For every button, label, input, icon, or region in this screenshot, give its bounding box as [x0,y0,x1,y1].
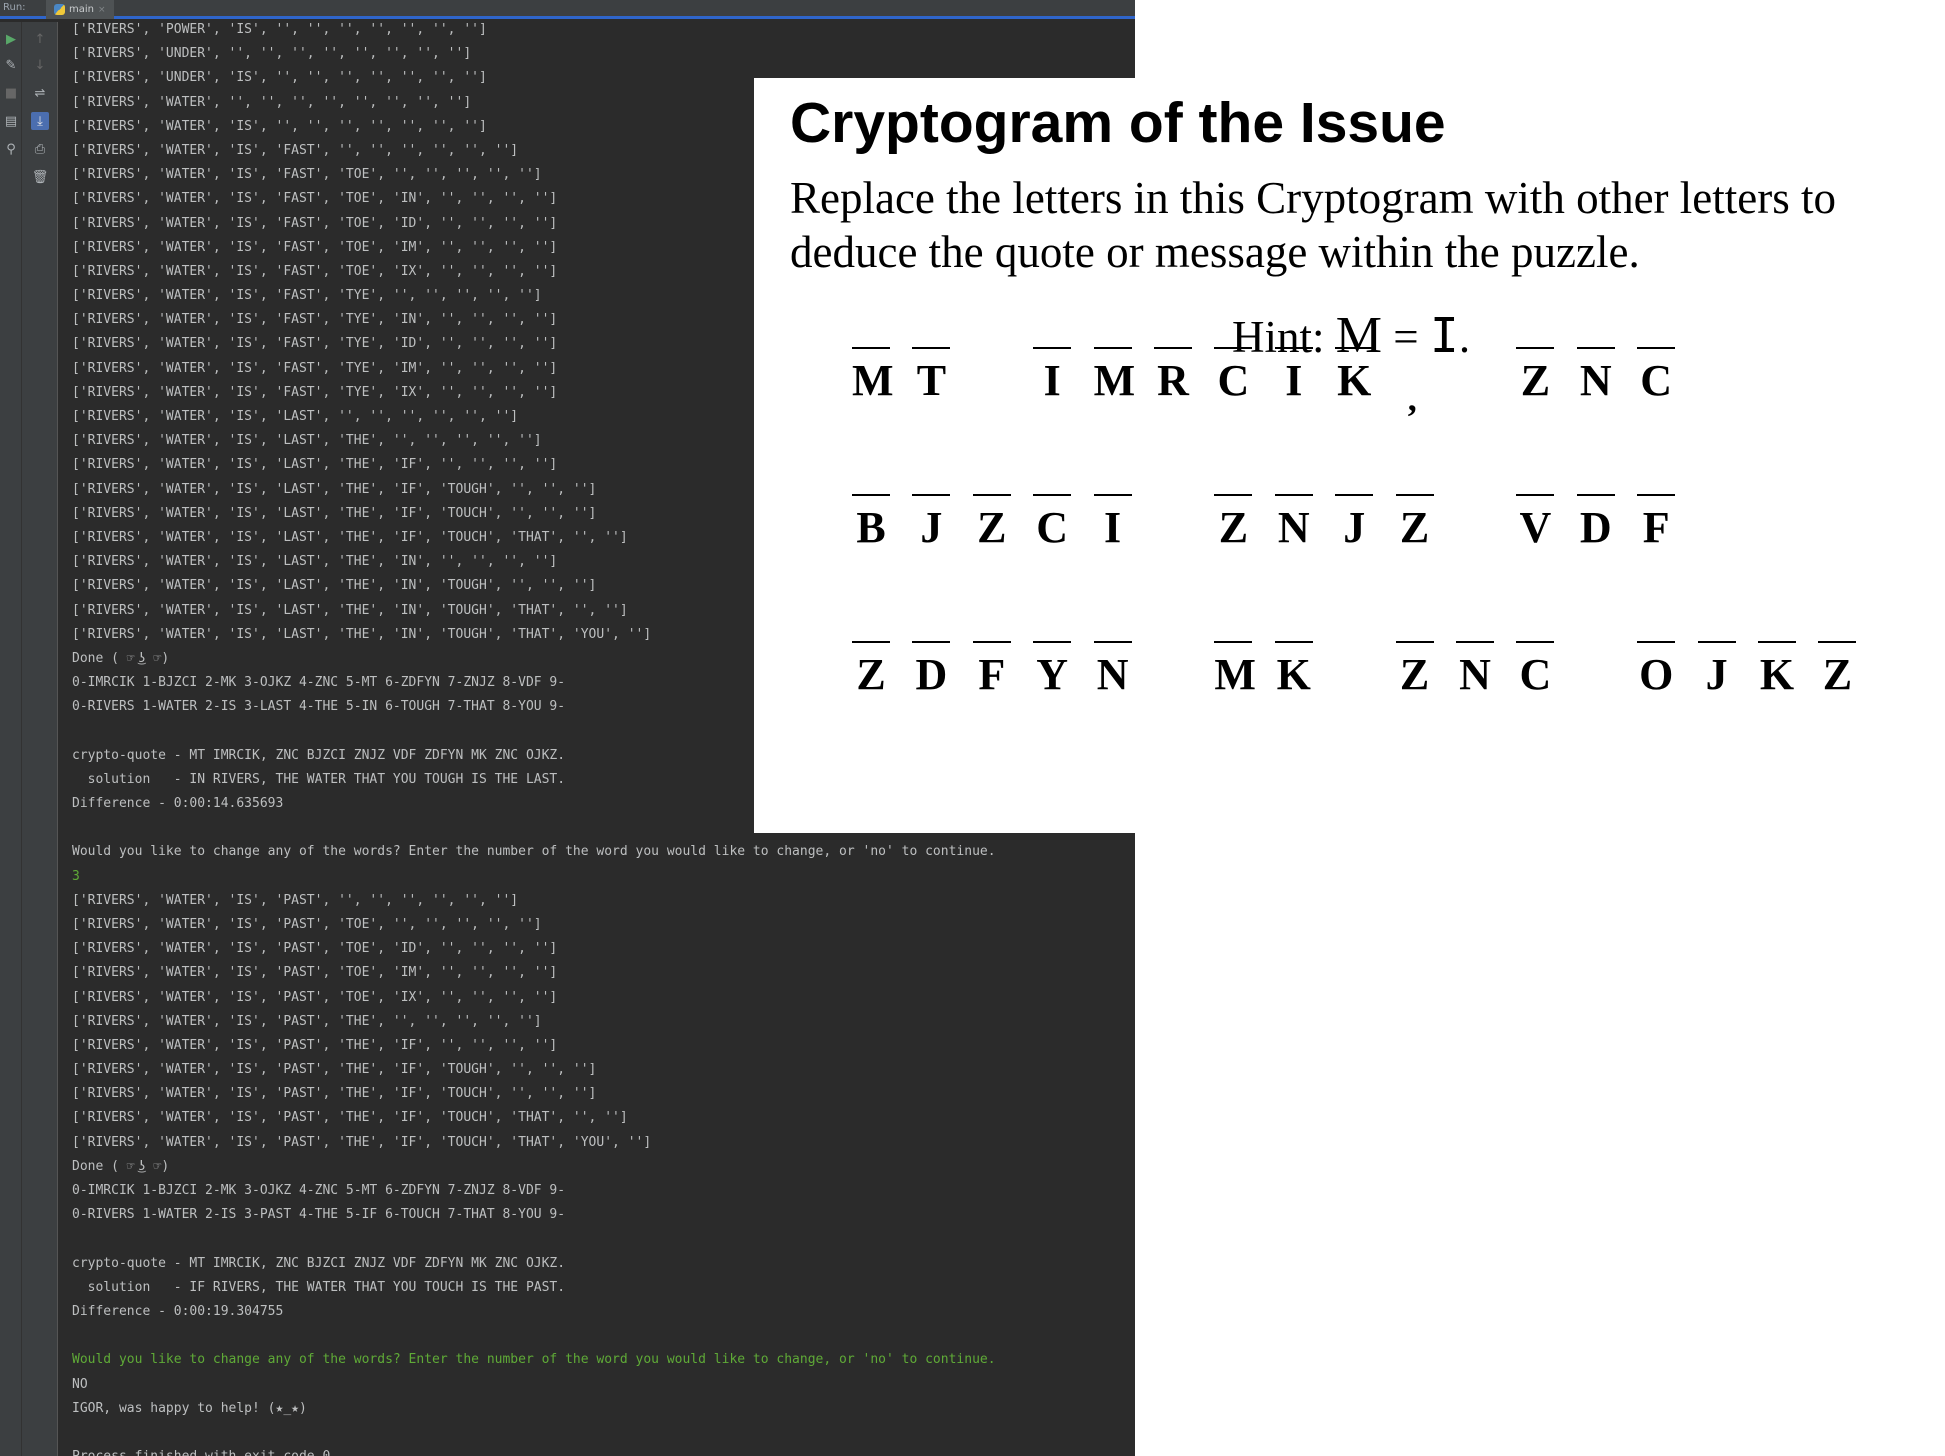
console-line: ['RIVERS', 'WATER', 'IS', 'PAST', 'THE',… [72,1062,597,1078]
cipher-letter: C [1637,347,1676,405]
arrow-up-icon[interactable]: ↑ [31,30,49,48]
cipher-letter: Z [852,641,890,699]
cipher-letter: B [852,494,890,552]
cipher-letter: R [1154,347,1192,405]
console-line: NO [72,1376,88,1392]
wrench-icon[interactable]: ✎ [2,56,20,74]
hint-suffix: . [1458,312,1471,362]
cipher-letter: M [1093,347,1136,405]
cipher-letter: Y [1033,641,1072,699]
cipher-letter: C [1516,641,1555,699]
cipher-letter: N [1456,641,1494,699]
console-line: ['RIVERS', 'WATER', 'IS', 'PAST', 'THE',… [72,1134,652,1150]
cipher-letter: C [1214,347,1253,405]
console-line: ['RIVERS', 'POWER', 'IS', '', '', '', ''… [72,22,487,37]
cipher-letter: N [1576,347,1615,405]
console-line: Done ( ☞ ͜ʖ ☞) [72,1158,170,1174]
scroll-to-end-icon[interactable]: ⤓ [31,112,49,130]
cipher-letter: C [1033,494,1072,552]
console-user-input: Would you like to change any of the word… [72,1352,996,1368]
console-line: IGOR, was happy to help! (★_★) [72,1400,307,1416]
run-toolbar-secondary: ↑ ↓ ⇌ ⤓ ⎙ 🗑 [22,22,58,1456]
soft-wrap-icon[interactable]: ⇌ [31,84,49,102]
print-icon[interactable]: ⎙ [31,140,49,158]
console-line: ['RIVERS', 'WATER', 'IS', 'PAST', 'TOE',… [72,941,558,957]
run-toolbar-primary: ▶ ✎ ■ ▤ ⚲ [0,22,22,1456]
console-user-input: 3 [72,868,80,884]
cipher-letter: N [1093,641,1132,699]
cipher-letter: Z [1395,641,1434,699]
cipher-letter: K [1758,641,1796,699]
console-line: ['RIVERS', 'WATER', 'IS', 'PAST', '', ''… [72,892,519,908]
cryptogram-panel: Cryptogram of the Issue Replace the lett… [754,78,1945,833]
stop-icon[interactable]: ■ [2,84,20,102]
console-line: solution - IF RIVERS, THE WATER THAT YOU… [72,1279,566,1295]
cipher-letter: K [1335,347,1374,405]
close-icon[interactable]: × [98,5,106,15]
console-line: 0-IMRCIK 1-BJZCI 2-MK 3-OJKZ 4-ZNC 5-MT … [72,1183,566,1198]
cipher-letter: D [912,641,951,699]
cipher-letter: N [1274,494,1313,552]
cipher-letter: Z [1516,347,1555,405]
console-line: ['RIVERS', 'WATER', 'IS', 'PAST', 'THE',… [72,1037,558,1053]
pin-icon[interactable]: ⚲ [2,140,20,158]
console-line: 0-RIVERS 1-WATER 2-IS 3-PAST 4-THE 5-IF … [72,1207,566,1223]
cipher-letter: Z [1214,494,1253,552]
hint-plain-letter: I [1429,308,1459,364]
cipher-letter: Z [1395,494,1434,552]
console-line: Would you like to change any of the word… [72,844,996,860]
console-line: ['RIVERS', 'WATER', 'IS', 'PAST', 'TOE',… [72,989,558,1005]
cipher-letter: V [1516,494,1555,552]
cipher-letter: Z [972,494,1011,552]
run-window-header: Run: main × [0,0,1135,19]
cipher-letter: M [852,347,894,405]
hint-equals: = [1382,312,1430,362]
cipher-letter: T [912,347,951,405]
apostrophe: ’ [1406,397,1418,437]
cipher-letter: O [1637,641,1676,699]
cipher-letter: J [1697,641,1736,699]
console-line: ['RIVERS', 'UNDER', '', '', '', '', '', … [72,46,472,62]
layout-icon[interactable]: ▤ [2,112,20,130]
cipher-letter: I [1274,347,1313,405]
console-line: crypto-quote - MT IMRCIK, ZNC BJZCI ZNJZ… [72,1255,566,1271]
run-label: Run: [3,2,26,13]
python-icon [54,4,65,15]
cipher-letter: F [1637,494,1676,552]
console-line: ['RIVERS', 'WATER', 'IS', 'PAST', 'THE',… [72,1086,597,1102]
arrow-down-icon[interactable]: ↓ [31,56,49,74]
hint-prefix: Hint: [1232,312,1336,362]
tab-main[interactable]: main × [46,0,114,19]
puzzle-instructions: Replace the letters in this Cryptogram w… [790,173,1836,277]
cipher-letter: D [1576,494,1615,552]
tab-main-label: main [69,4,94,15]
console-line: ['RIVERS', 'WATER', 'IS', 'PAST', 'THE',… [72,1013,542,1029]
console-line: ['RIVERS', 'WATER', 'IS', 'PAST', 'THE',… [72,1110,628,1126]
trash-icon[interactable]: 🗑 [31,168,49,186]
console-line: ['RIVERS', 'WATER', 'IS', 'PAST', 'TOE',… [72,965,558,981]
console-line: Difference - 0:00:19.304755 [72,1303,284,1319]
rerun-icon[interactable]: ▶ [2,30,20,48]
cipher-letter: Z [1818,641,1857,699]
cipher-letter: M [1214,641,1256,699]
cipher-letter: I [1093,494,1132,552]
puzzle-title: Cryptogram of the Issue [790,91,1446,155]
cipher-letter: F [972,641,1011,699]
console-line: ['RIVERS', 'WATER', 'IS', 'PAST', 'TOE',… [72,916,542,932]
cipher-letter: I [1033,347,1072,405]
cipher-letter: K [1274,641,1313,699]
console-line: Process finished with exit code 0 [72,1445,1132,1456]
cipher-letter: J [912,494,951,552]
cipher-letter: J [1335,494,1374,552]
